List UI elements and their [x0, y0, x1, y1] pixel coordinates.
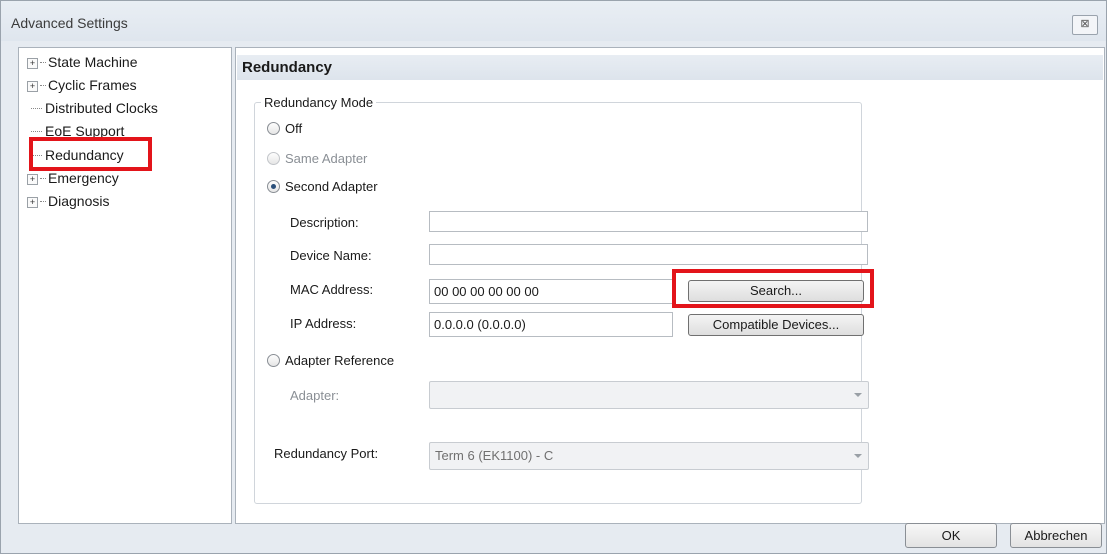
dropdown-arrow-icon: [854, 454, 862, 458]
radio-off[interactable]: Off: [267, 120, 302, 138]
radio-off-icon[interactable]: [267, 122, 280, 135]
expand-icon[interactable]: +: [27, 197, 38, 208]
compatible-devices-button[interactable]: Compatible Devices...: [688, 314, 864, 336]
tree-item-emergency[interactable]: + Emergency: [27, 168, 121, 188]
adapter-select: [429, 381, 869, 409]
panel-title: Redundancy: [242, 59, 333, 76]
panel-header: Redundancy: [237, 55, 1103, 80]
radio-second-adapter-icon[interactable]: [267, 180, 280, 193]
cancel-button[interactable]: Abbrechen: [1010, 523, 1102, 548]
mac-address-field[interactable]: 00 00 00 00 00 00: [429, 279, 673, 304]
mac-address-label: MAC Address:: [290, 282, 374, 297]
device-name-label: Device Name:: [290, 248, 372, 263]
close-icon[interactable]: ⊠: [1072, 15, 1098, 35]
description-label: Description:: [290, 215, 359, 230]
tree-item-state-machine[interactable]: + State Machine: [27, 52, 140, 72]
expand-icon[interactable]: +: [27, 174, 38, 185]
redundancy-panel: Redundancy Redundancy Mode Off Same Adap…: [235, 47, 1105, 524]
radio-same-adapter-icon: [267, 152, 280, 165]
dropdown-arrow-icon: [854, 393, 862, 397]
redundancy-port-select: Term 6 (EK1100) - C: [429, 442, 869, 470]
radio-same-adapter: Same Adapter: [267, 150, 367, 168]
adapter-label: Adapter:: [290, 388, 340, 403]
ip-address-label: IP Address:: [290, 316, 357, 331]
tree-item-diagnosis[interactable]: + Diagnosis: [27, 191, 111, 211]
device-name-field[interactable]: [429, 244, 868, 265]
radio-adapter-reference-icon[interactable]: [267, 354, 280, 367]
description-field[interactable]: [429, 211, 868, 232]
settings-tree: + State Machine + Cyclic Frames Distribute…: [18, 47, 232, 524]
search-highlight-box: [672, 269, 874, 308]
tree-item-cyclic-frames[interactable]: + Cyclic Frames: [27, 75, 139, 95]
ok-button[interactable]: OK: [905, 523, 997, 548]
ip-address-field[interactable]: 0.0.0.0 (0.0.0.0): [429, 312, 673, 337]
expand-icon[interactable]: +: [27, 81, 38, 92]
dialog-title: Advanced Settings: [11, 15, 128, 31]
group-label: Redundancy Mode: [261, 95, 377, 110]
redundancy-highlight-box: [29, 137, 152, 171]
tree-item-distributed-clocks[interactable]: Distributed Clocks: [27, 98, 160, 118]
advanced-settings-dialog: Advanced Settings ⊠ + State Machine + Cycl…: [0, 0, 1107, 554]
expand-icon[interactable]: +: [27, 58, 38, 69]
radio-second-adapter[interactable]: Second Adapter: [267, 178, 378, 196]
title-bar: Advanced Settings ⊠: [1, 1, 1106, 41]
redundancy-port-label: Redundancy Port:: [274, 446, 379, 461]
radio-adapter-reference[interactable]: Adapter Reference: [267, 352, 394, 370]
